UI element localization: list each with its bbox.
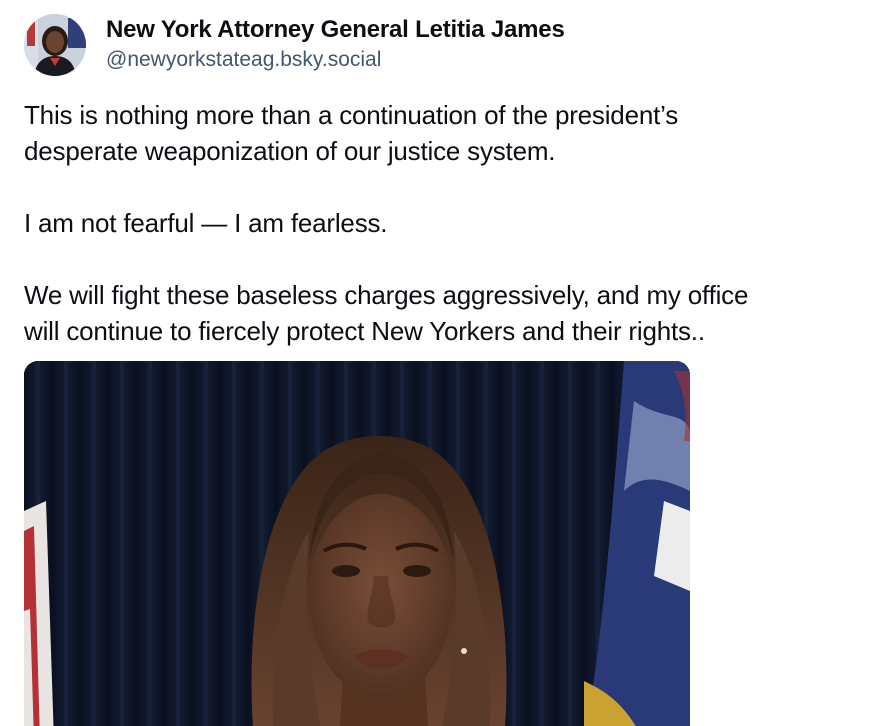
post-paragraph-3: We will fight these baseless charges agg… — [24, 277, 869, 349]
post-paragraph-2: I am not fearful — I am fearless. — [24, 205, 869, 241]
author-names: New York Attorney General Letitia James … — [106, 14, 565, 74]
post-text-line: I am not fearful — I am fearless. — [24, 208, 388, 238]
post-image[interactable] — [24, 361, 690, 726]
post-text-line: We will fight these baseless charges agg… — [24, 280, 749, 310]
avatar[interactable] — [24, 14, 86, 76]
author-display-name[interactable]: New York Attorney General Letitia James — [106, 14, 565, 46]
post-photo — [24, 361, 690, 726]
post-text: This is nothing more than a continuation… — [24, 97, 869, 349]
avatar-image — [24, 14, 86, 76]
post-card[interactable]: New York Attorney General Letitia James … — [0, 0, 876, 726]
post-header: New York Attorney General Letitia James … — [24, 14, 565, 76]
post-text-line: desperate weaponization of our justice s… — [24, 136, 556, 166]
post-text-line: This is nothing more than a continuation… — [24, 100, 679, 130]
author-handle[interactable]: @newyorkstateag.bsky.social — [106, 46, 565, 74]
post-text-line: will continue to fiercely protect New Yo… — [24, 316, 705, 346]
post-paragraph-1: This is nothing more than a continuation… — [24, 97, 869, 169]
